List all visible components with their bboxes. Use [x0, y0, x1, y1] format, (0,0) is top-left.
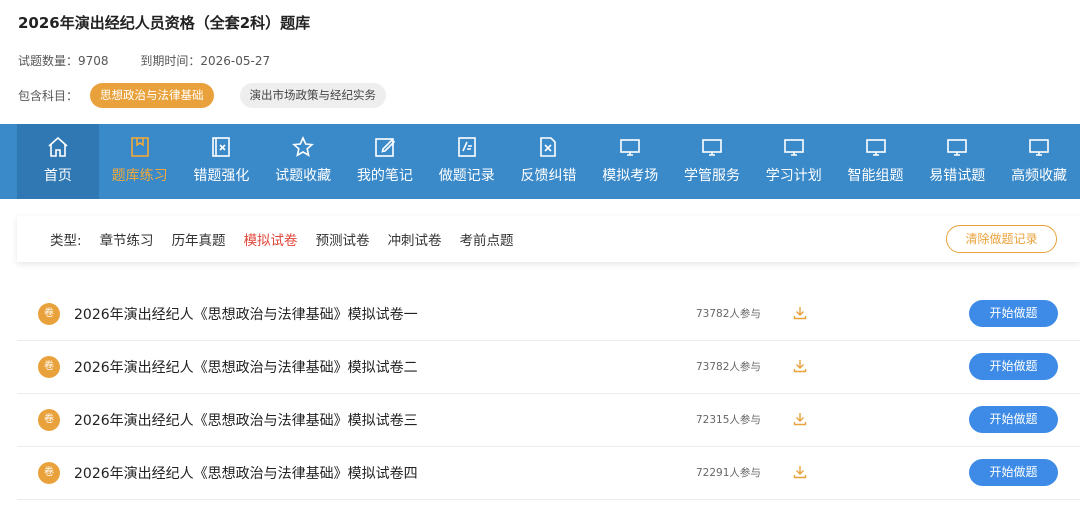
- nav-label: 我的笔记: [356, 168, 413, 184]
- nav-label: 反馈纠错: [520, 168, 577, 184]
- nav-label: 做题记录: [438, 168, 495, 184]
- nav-item-service[interactable]: 学管服务: [671, 124, 753, 199]
- nav-item-error-prone[interactable]: 易错试题: [916, 124, 998, 199]
- list-item: 卷 2026年演出经纪人《思想政治与法律基础》模拟试卷四 72291人参与 开始…: [17, 447, 1080, 500]
- start-button[interactable]: 开始做题: [969, 459, 1058, 486]
- paper-title[interactable]: 2026年演出经纪人《思想政治与法律基础》模拟试卷三: [74, 410, 418, 430]
- list-item: 卷 2026年演出经纪人《思想政治与法律基础》模拟试卷三 72315人参与 开始…: [17, 394, 1080, 447]
- nav-label: 高频收藏: [1011, 168, 1068, 184]
- feedback-icon: [540, 137, 557, 157]
- paper-badge: 卷: [38, 303, 60, 325]
- nav-label: 试题收藏: [275, 168, 332, 184]
- type-label: 类型:: [50, 233, 82, 249]
- page-title: 2026年演出经纪人员资格（全套2科）题库: [18, 14, 311, 32]
- nav-item-smart[interactable]: 智能组题: [835, 124, 917, 199]
- nav-label: 易错试题: [929, 168, 986, 184]
- download-icon[interactable]: [792, 305, 808, 321]
- nav-label: 题库练习: [111, 168, 168, 184]
- nav-item-practice[interactable]: 题库练习: [99, 124, 181, 199]
- nav-item-notes[interactable]: 我的笔记: [344, 124, 426, 199]
- question-count: 试题数量：9708: [18, 54, 109, 68]
- monitor-icon: [783, 139, 804, 156]
- paper-badge: 卷: [38, 462, 60, 484]
- subject-chip-1[interactable]: 思想政治与法律基础: [90, 83, 214, 108]
- exam-list: 卷 2026年演出经纪人《思想政治与法律基础》模拟试卷一 73782人参与 开始…: [17, 288, 1080, 500]
- filter-chapter[interactable]: 章节练习: [100, 229, 154, 249]
- participants: 73782人参与: [696, 308, 761, 320]
- monitor-icon: [620, 139, 641, 156]
- bookmark-icon: [130, 137, 149, 157]
- nav-item-exam[interactable]: 模拟考场: [589, 124, 671, 199]
- paper-title[interactable]: 2026年演出经纪人《思想政治与法律基础》模拟试卷二: [74, 357, 418, 377]
- filter-past-exams[interactable]: 历年真题: [172, 229, 226, 249]
- filter-pre-exam[interactable]: 考前点题: [460, 229, 514, 249]
- start-button[interactable]: 开始做题: [969, 353, 1058, 380]
- subjects: 包含科目： 思想政治与法律基础 演出市场政策与经纪实务: [18, 83, 412, 108]
- participants: 73782人参与: [696, 361, 761, 373]
- nav-label: 智能组题: [847, 168, 904, 184]
- monitor-icon: [947, 139, 968, 156]
- nav-item-plan[interactable]: 学习计划: [753, 124, 835, 199]
- nav-item-record[interactable]: 做题记录: [426, 124, 508, 199]
- paper-badge: 卷: [38, 356, 60, 378]
- nav-item-wrong[interactable]: 错题强化: [181, 124, 263, 199]
- header: 2026年演出经纪人员资格（全套2科）题库 试题数量：9708 到期时间：202…: [0, 0, 1080, 124]
- nav-item-home[interactable]: 首页: [17, 124, 99, 199]
- subject-chip-2[interactable]: 演出市场政策与经纪实务: [239, 83, 387, 108]
- meta-info: 试题数量：9708 到期时间：2026-05-27: [18, 52, 298, 69]
- nav-label: 模拟考场: [602, 168, 659, 184]
- monitor-icon: [865, 139, 886, 156]
- filter-sprint[interactable]: 冲刺试卷: [388, 229, 442, 249]
- paper-title[interactable]: 2026年演出经纪人《思想政治与法律基础》模拟试卷一: [74, 304, 418, 324]
- nav-item-high-freq[interactable]: 高频收藏: [998, 124, 1080, 199]
- download-icon[interactable]: [792, 464, 808, 480]
- subjects-label: 包含科目：: [18, 89, 79, 103]
- monitor-icon: [702, 139, 722, 156]
- start-button[interactable]: 开始做题: [969, 406, 1058, 433]
- record-icon: [457, 137, 476, 157]
- participants: 72291人参与: [696, 467, 761, 479]
- monitor-icon: [1029, 139, 1049, 156]
- start-button[interactable]: 开始做题: [969, 300, 1058, 327]
- nav-item-favorite[interactable]: 试题收藏: [262, 124, 344, 199]
- filter-prediction[interactable]: 预测试卷: [316, 229, 370, 249]
- filter-mock-exams[interactable]: 模拟试卷: [244, 229, 298, 249]
- error-book-icon: [212, 137, 231, 157]
- clear-record-button[interactable]: 清除做题记录: [946, 225, 1057, 253]
- paper-title[interactable]: 2026年演出经纪人《思想政治与法律基础》模拟试卷四: [74, 463, 418, 483]
- nav-label: 首页: [43, 168, 72, 184]
- list-item: 卷 2026年演出经纪人《思想政治与法律基础》模拟试卷一 73782人参与 开始…: [17, 288, 1080, 341]
- nav-label: 学管服务: [684, 168, 740, 184]
- star-icon: [292, 136, 315, 157]
- main-nav: 首页 题库练习 错题强化 试题收藏 我的笔记 做题记录 反馈纠错 模拟考场 学管…: [0, 124, 1080, 199]
- participants: 72315人参与: [696, 414, 761, 426]
- type-filter-bar: 类型: 章节练习 历年真题 模拟试卷 预测试卷 冲刺试卷 考前点题 清除做题记录: [17, 216, 1080, 262]
- nav-label: 错题强化: [193, 168, 250, 184]
- expire-date: 到期时间：2026-05-27: [140, 54, 271, 68]
- home-icon: [48, 136, 68, 157]
- paper-badge: 卷: [38, 409, 60, 431]
- download-icon[interactable]: [792, 411, 808, 427]
- download-icon[interactable]: [792, 358, 808, 374]
- nav-item-feedback[interactable]: 反馈纠错: [508, 124, 590, 199]
- edit-icon: [375, 138, 396, 157]
- nav-label: 学习计划: [765, 168, 822, 184]
- list-item: 卷 2026年演出经纪人《思想政治与法律基础》模拟试卷二 73782人参与 开始…: [17, 341, 1080, 394]
